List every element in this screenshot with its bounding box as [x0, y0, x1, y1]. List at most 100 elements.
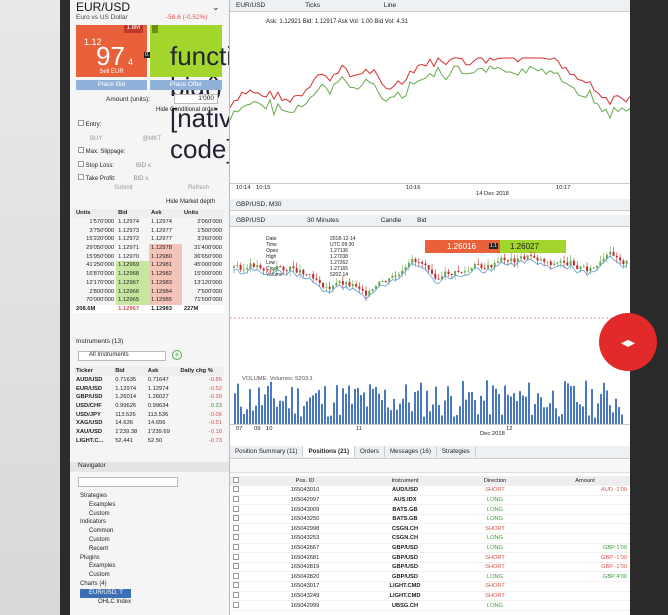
row-checkbox[interactable] [233, 572, 239, 579]
depth-row[interactable]: 2'800'000 1.12966 1.12984 7'500'000 [74, 287, 224, 296]
buy-select[interactable]: BUY [90, 136, 102, 142]
row-checkbox[interactable] [233, 515, 239, 522]
add-instrument-icon[interactable]: + [172, 350, 182, 360]
bottom-tab[interactable]: Positions (21) [303, 446, 356, 457]
take-profit-condition[interactable]: BID ≥ [116, 176, 149, 182]
row-checkbox-cell [230, 591, 250, 602]
chart2-plot[interactable] [230, 228, 630, 373]
slippage-checkbox[interactable] [78, 147, 84, 153]
navigator-item[interactable]: Recent [80, 545, 131, 554]
navigator-item[interactable]: Charts (4) [80, 580, 131, 589]
bottom-tab[interactable]: Strategies [437, 446, 476, 457]
navigator-item[interactable]: Strategies [80, 492, 131, 501]
mkt-select[interactable]: @MKT [102, 136, 161, 142]
row-checkbox[interactable] [233, 486, 239, 493]
position-row[interactable]: 165043249 LIGHT.CMD SHORT [230, 591, 630, 602]
amount-input[interactable]: 1'000 [174, 94, 218, 104]
position-row[interactable]: 165042999 UBSG.CH LONG [230, 600, 630, 611]
depth-row[interactable]: 15'220'000 1.12972 1.12977 3'260'000 [74, 235, 224, 244]
stop-loss-checkbox[interactable] [78, 160, 84, 167]
navigator-item[interactable]: Examples [80, 501, 131, 510]
navigator-item[interactable]: Custom [80, 536, 131, 545]
navigator-item[interactable]: Custom [80, 571, 131, 580]
bottom-tab[interactable]: Orders [355, 446, 385, 457]
navigator-item[interactable]: EUR/USD, T [80, 588, 132, 598]
row-checkbox[interactable] [233, 543, 239, 550]
row-checkbox[interactable] [233, 524, 239, 531]
place-bid-button[interactable]: Place Bid [76, 80, 147, 90]
row-checkbox[interactable] [233, 601, 239, 608]
position-row[interactable]: 165042667 GBP/USD LONG GBP 1'00 [230, 543, 630, 554]
instrument-row[interactable]: AUD/USD 0.71635 0.71647 -0.86 [74, 376, 224, 385]
navigator-item[interactable]: Custom [80, 510, 131, 519]
navigator-item[interactable]: Indicators [80, 518, 131, 527]
chart1-style[interactable]: Line [322, 2, 396, 9]
chart2-style[interactable]: Candle [341, 217, 402, 224]
row-checkbox-cell [230, 504, 250, 515]
instrument-row[interactable]: XAU/USD 1'239.38 1'239.69 -0.18 [74, 428, 224, 437]
navigator-filter-input[interactable] [78, 477, 178, 487]
chart1-type[interactable]: Ticks [267, 2, 320, 9]
row-checkbox[interactable] [233, 505, 239, 512]
navigator-item[interactable]: Common [80, 527, 131, 536]
position-row[interactable]: 165043010 AUD/USD SHORT AUD -1'00 [230, 485, 630, 496]
row-checkbox[interactable] [233, 553, 239, 560]
chart2-tab[interactable]: GBP/USD, M30 [236, 201, 282, 208]
navigator-item[interactable]: Plugins [80, 554, 131, 563]
depth-row[interactable]: 1'570'000 1.12974 1.12974 2'060'000 [74, 218, 224, 227]
select-all-checkbox[interactable] [233, 476, 239, 483]
chevron-down-icon[interactable]: ⌄ [212, 2, 220, 13]
entry-checkbox[interactable] [78, 120, 84, 126]
instrument-row[interactable]: XAG/USD 14.636 14.656 -0.51 [74, 419, 224, 428]
row-checkbox[interactable] [233, 582, 239, 589]
depth-row[interactable]: 15'950'000 1.12970 1.12980 36'650'000 [74, 252, 224, 262]
depth-row[interactable]: 3'750'000 1.12973 1.12977 1'500'000 [74, 226, 224, 235]
instrument-title[interactable]: EUR/USD [76, 0, 130, 14]
position-row[interactable]: 165042819 GBP/USD SHORT GBP -1'00 [230, 562, 630, 573]
chart2-period[interactable]: 30 Minutes [267, 217, 339, 224]
navigator-item[interactable]: Examples [80, 562, 131, 571]
chart1-plot[interactable] [230, 28, 630, 188]
chart2-symbol[interactable]: GBP/USD [236, 217, 265, 224]
buy-button[interactable]: function big() { [native code] } [150, 25, 229, 164]
instruments-filter[interactable]: All Instruments [78, 351, 166, 361]
position-row[interactable]: 165042998 CSGN.CH SHORT [230, 523, 630, 535]
position-row[interactable]: 165042681 GBP/USD SHORT GBP -1'00 [230, 552, 630, 563]
chart2-side[interactable]: Bid [403, 217, 426, 224]
expand-handle-icon[interactable]: ◂▸ [599, 313, 657, 371]
instrument-row[interactable]: GBP/USD 1.26014 1.26027 -0.39 [74, 393, 224, 402]
position-row[interactable]: 165042820 GBP/USD LONG GBP 4'00 [230, 571, 630, 583]
navigator-item[interactable]: OHLC Index [80, 598, 131, 607]
take-profit-checkbox[interactable] [78, 174, 84, 180]
row-checkbox[interactable] [233, 534, 239, 541]
row-checkbox[interactable] [233, 563, 239, 570]
instrument-row[interactable]: USD/JPY 113.526 113.536 -0.06 [74, 410, 224, 419]
volume-bar [606, 390, 608, 424]
row-checkbox[interactable] [233, 495, 239, 502]
bottom-tab[interactable]: Messages (16) [385, 446, 437, 457]
depth-row[interactable]: 12'170'000 1.12967 1.12983 13'120'000 [74, 278, 224, 288]
depth-row[interactable]: 41'250'000 1.12969 1.12981 45'000'000 [74, 261, 224, 270]
depth-row[interactable]: 16'870'000 1.12968 1.12982 15'000'000 [74, 269, 224, 279]
depth-row[interactable]: 70'000'000 1.12965 1.12985 71'500'000 [74, 295, 224, 305]
bottom-tab[interactable]: Position Summary (11) [230, 446, 304, 457]
chart1-symbol[interactable]: EUR/USD [236, 2, 265, 9]
position-row[interactable]: 165043009 BATS.GB LONG [230, 504, 630, 515]
hide-conditional-link[interactable]: Hide Conditional order [156, 107, 216, 113]
position-row[interactable]: 165043250 BATS.GB LONG [230, 514, 630, 525]
row-checkbox[interactable] [233, 591, 239, 598]
instrument-row[interactable]: EUR/USD 1.12974 1.12974 -0.52 [74, 384, 224, 393]
position-row[interactable]: 165043253 CSGN.CH LONG [230, 533, 630, 544]
position-row[interactable]: 165043017 LIGHT.CMD SHORT [230, 581, 630, 592]
refresh-button[interactable]: Refresh [188, 185, 209, 191]
submit-button[interactable]: Submit [114, 185, 133, 191]
hide-depth-link[interactable]: Hide Market depth [166, 199, 215, 205]
instrument-row[interactable]: USD/CHF 0.99626 0.99634 0.23 [74, 402, 224, 411]
depth-row[interactable]: 29'050'000 1.12971 1.12978 31'400'000 [74, 243, 224, 253]
place-offer-button[interactable]: Place Offer [150, 80, 222, 90]
sell-button[interactable]: 1.8M 1.12 97 4 Sell EUR [76, 25, 147, 77]
position-row[interactable]: 165042997 AUS.IDX LONG [230, 495, 630, 506]
position-cell: 165043009 [250, 504, 360, 515]
instrument-row[interactable]: LIGHT.C... 52.441 52.50 -0.73 [74, 437, 224, 446]
stop-loss-condition[interactable]: BID ≤ [114, 163, 151, 169]
